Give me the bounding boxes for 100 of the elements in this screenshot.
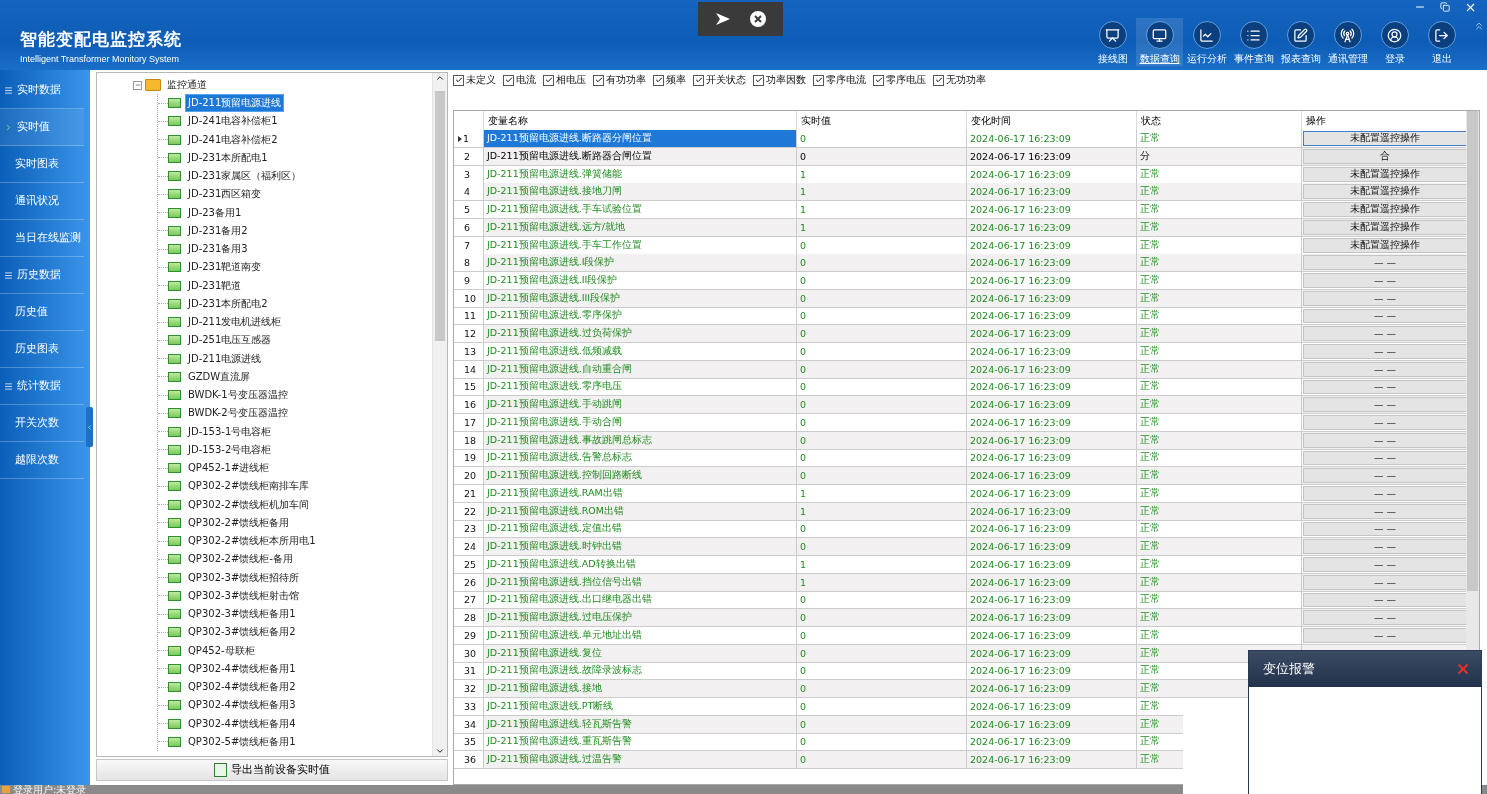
restore-icon[interactable] (1440, 2, 1450, 12)
checkbox[interactable] (653, 74, 664, 86)
tree-item[interactable]: JD-231靶道南变 (185, 258, 265, 277)
operation-button[interactable]: 未配置遥控操作 (1303, 131, 1467, 146)
tree-item[interactable]: QP302-4#馈线柜备用3 (185, 696, 299, 715)
operation-button[interactable]: — — (1303, 468, 1467, 483)
tree-item[interactable]: QP302-2#馈线柜南排车库 (185, 477, 313, 496)
tree-item[interactable]: JD-231西区箱变 (185, 185, 265, 204)
operation-button[interactable]: — — (1303, 432, 1467, 448)
operation-button[interactable]: — — (1303, 290, 1467, 306)
operation-button[interactable]: — — (1303, 557, 1467, 572)
scrollbar[interactable] (432, 73, 447, 756)
tree-item[interactable]: QP302-3#馈线柜备用2 (185, 623, 299, 642)
toolbar-button[interactable]: 报表查询 (1277, 18, 1324, 66)
operation-button[interactable]: — — (1303, 308, 1467, 324)
toolbar-button[interactable]: 事件查询 (1230, 18, 1277, 66)
tree-item[interactable]: JD-153-1号电容柜 (185, 422, 275, 441)
checkbox[interactable] (593, 74, 604, 86)
tree-item[interactable]: JD-211电源进线 (185, 349, 265, 368)
scroll-down-icon[interactable] (435, 746, 445, 756)
tree-item[interactable]: JD-231靶道 (185, 276, 245, 295)
nav-section[interactable]: 统计数据 (0, 368, 84, 405)
operation-button[interactable]: — — (1303, 450, 1467, 466)
nav-item[interactable]: 越限次数 (0, 442, 84, 479)
tree-item[interactable]: QP302-3#馈线柜招待所 (185, 568, 303, 587)
operation-button[interactable]: — — (1303, 486, 1467, 501)
toolbar-button[interactable]: 通讯管理 (1324, 18, 1371, 66)
tree-item[interactable]: QP302-5#馈线柜备用1 (185, 732, 299, 751)
nav-item[interactable]: 通讯状况 (0, 183, 84, 220)
collapse-icon[interactable] (1473, 20, 1485, 32)
filter-checkbox[interactable]: 无功功率 (933, 73, 986, 87)
toolbar-button[interactable]: 接线图 (1089, 18, 1136, 66)
filter-checkbox[interactable]: 电流 (503, 73, 536, 87)
table-cell[interactable]: JD-211预留电源进线.AD转换出错 (484, 556, 797, 574)
operation-button[interactable]: — — (1303, 326, 1467, 341)
filter-checkbox[interactable]: 零序电流 (813, 73, 866, 87)
collapse-handle[interactable] (86, 407, 93, 447)
table-cell[interactable]: JD-211预留电源进线.过温告警 (484, 751, 797, 769)
operation-button[interactable]: 未配置遥控操作 (1303, 237, 1467, 253)
tree-item[interactable]: QP302-4#馈线柜备用2 (185, 678, 299, 697)
tree-item[interactable]: JD-241电容补偿柜2 (185, 130, 281, 149)
table-cell[interactable]: JD-211预留电源进线.II段保护 (484, 272, 797, 290)
nav-section[interactable]: 实时数据 (0, 72, 84, 109)
operation-button[interactable]: — — (1303, 397, 1467, 412)
table-cell[interactable]: JD-211预留电源进线.手动合闸 (484, 414, 797, 432)
tree-root[interactable]: 监控通道 (164, 76, 210, 94)
filter-checkbox[interactable]: 相电压 (543, 73, 586, 87)
tree-item[interactable]: GZDW直流屏 (185, 367, 254, 386)
tree-item[interactable]: JD-231备用3 (185, 240, 251, 259)
checkbox[interactable] (813, 74, 824, 86)
close-icon[interactable] (1455, 661, 1471, 677)
tree-item[interactable]: QP302-2#馈线柜本所用电1 (185, 532, 319, 551)
tree-item[interactable]: QP302-4#馈线柜备用4 (185, 714, 299, 733)
table-cell[interactable]: JD-211预留电源进线.接地刀闸 (484, 183, 797, 202)
filter-checkbox[interactable]: 零序电压 (873, 73, 926, 87)
nav-item[interactable]: 开关次数 (0, 405, 84, 442)
tree-item[interactable]: QP452-母联柜 (185, 641, 258, 660)
nav-item[interactable]: 历史值 (0, 294, 84, 331)
tree-item[interactable]: QP452-1#进线柜 (185, 459, 273, 478)
table-cell[interactable]: JD-211预留电源进线.低频减载 (484, 343, 797, 361)
checkbox[interactable] (753, 74, 764, 86)
toolbar-button[interactable]: 登录 (1371, 18, 1418, 66)
table-cell[interactable]: JD-211预留电源进线.断路器分闸位置 (484, 130, 797, 148)
tree-item[interactable]: JD-231本所配电1 (185, 148, 271, 167)
operation-button[interactable]: — — (1303, 521, 1467, 537)
operation-button[interactable]: — — (1303, 255, 1467, 270)
nav-item[interactable]: 实时图表 (0, 146, 84, 183)
tree-item[interactable]: QP302-2#馈线柜机加车间 (185, 495, 313, 514)
operation-button[interactable]: — — (1303, 592, 1467, 608)
scroll-thumb[interactable] (435, 91, 445, 341)
tree-item[interactable]: QP302-2#馈线柜备用 (185, 513, 293, 532)
tree-item[interactable]: JD-231本所配电2 (185, 294, 271, 313)
checkbox[interactable] (873, 74, 884, 86)
toolbar-button[interactable]: 退出 (1418, 18, 1465, 66)
filter-checkbox[interactable]: 未定义 (453, 73, 496, 87)
operation-button[interactable]: 未配置遥控操作 (1303, 166, 1467, 182)
export-button[interactable]: 导出当前设备实时值 (96, 759, 448, 781)
checkbox[interactable] (933, 74, 944, 86)
table-cell[interactable]: JD-211预留电源进线.过电压保护 (484, 609, 797, 627)
operation-button[interactable]: — — (1303, 539, 1467, 554)
operation-button[interactable]: — — (1303, 379, 1467, 395)
operation-button[interactable]: — — (1303, 503, 1467, 519)
tree-item[interactable]: QP302-3#馈线柜射击馆 (185, 586, 303, 605)
checkbox[interactable] (453, 74, 464, 86)
toolbar-button[interactable]: 数据查询 (1136, 18, 1183, 66)
tree-item[interactable]: JD-211预留电源进线 (185, 94, 285, 113)
tree-item[interactable]: JD-251电压互感器 (185, 331, 275, 350)
column-header[interactable]: 状态 (1137, 111, 1302, 131)
tree-item[interactable]: JD-241电容补偿柜1 (185, 112, 281, 131)
scroll-up-icon[interactable] (435, 73, 445, 83)
table-cell[interactable]: JD-211预留电源进线.单元地址出错 (484, 627, 797, 645)
tree-item[interactable]: QP302-3#馈线柜备用1 (185, 605, 299, 624)
nav-item[interactable]: 实时值 (0, 109, 84, 146)
operation-button[interactable]: — — (1303, 273, 1467, 288)
tree-item[interactable]: JD-231家属区（福利区） (185, 167, 305, 186)
flag-icon[interactable] (714, 12, 731, 26)
table-cell[interactable]: JD-211预留电源进线.手动跳闸 (484, 396, 797, 414)
tree-item[interactable]: JD-231备用2 (185, 221, 251, 240)
table-cell[interactable]: JD-211预留电源进线.控制回路断线 (484, 467, 797, 485)
tree-item[interactable]: JD-23备用1 (185, 203, 245, 222)
